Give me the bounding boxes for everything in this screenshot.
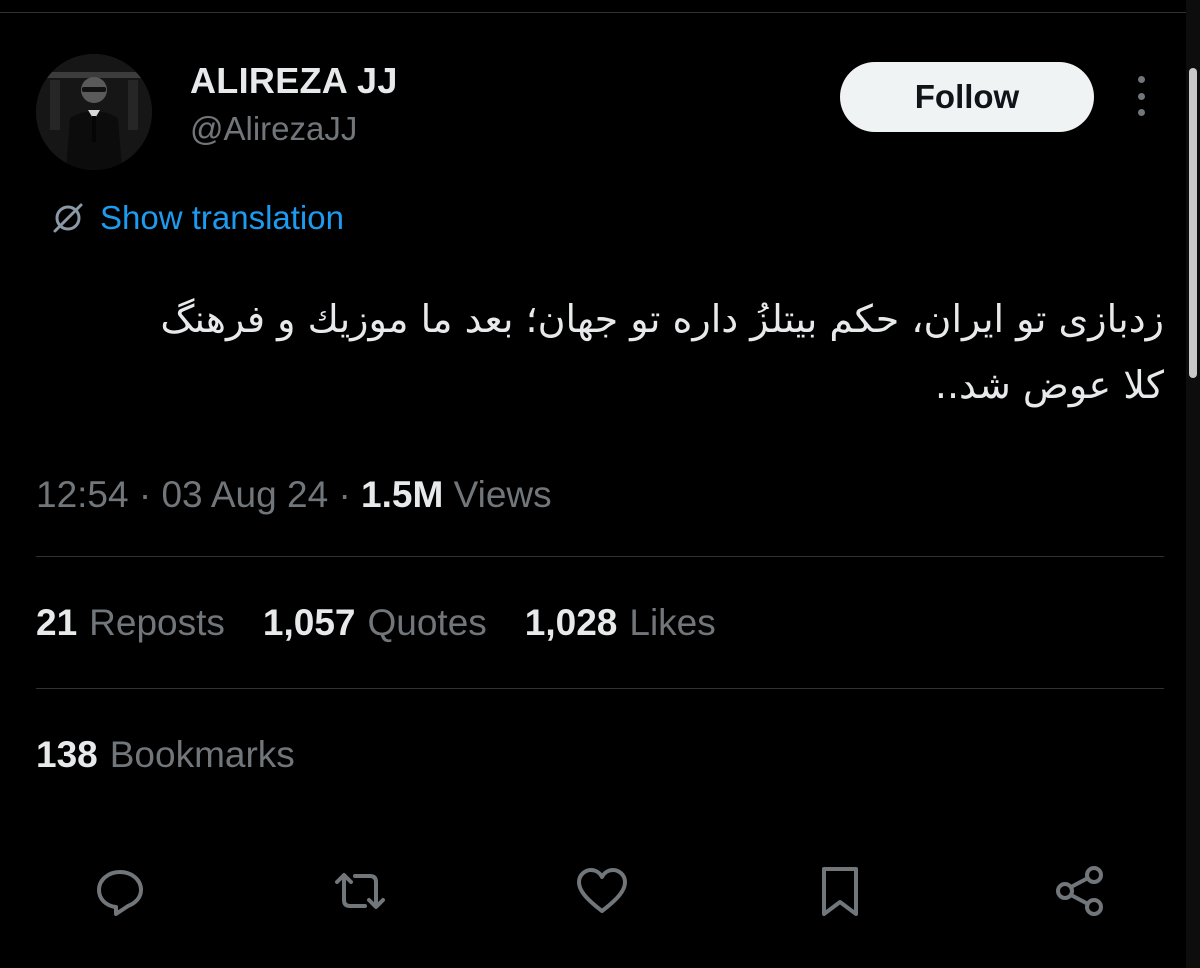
tweet-meta: 12:54 · 03 Aug 24 · 1.5M Views bbox=[36, 474, 552, 516]
follow-button[interactable]: Follow bbox=[840, 62, 1094, 132]
bookmarks-stat: 138 Bookmarks bbox=[36, 734, 295, 776]
more-dot bbox=[1137, 76, 1145, 83]
display-name[interactable]: ALIREZA JJ bbox=[190, 60, 398, 102]
more-dot bbox=[1137, 109, 1145, 116]
more-vertical-icon[interactable] bbox=[1126, 76, 1156, 116]
bookmark-icon bbox=[822, 867, 858, 916]
likes-label: Likes bbox=[629, 602, 716, 643]
action-bar bbox=[0, 856, 1200, 926]
show-translation-link[interactable]: Show translation bbox=[50, 196, 344, 240]
views-count: 1.5M bbox=[361, 474, 444, 515]
more-dot bbox=[1137, 92, 1145, 100]
likes-count: 1,028 bbox=[524, 602, 618, 643]
tweet-date[interactable]: 03 Aug 24 bbox=[161, 474, 328, 515]
avatar[interactable] bbox=[36, 54, 152, 170]
reposts-count: 21 bbox=[36, 602, 78, 643]
user-handle[interactable]: @AlirezaJJ bbox=[190, 110, 357, 148]
bookmarks-count: 138 bbox=[36, 734, 98, 775]
engagement-stats: 21 Reposts 1,057 Quotes 1,028 Likes bbox=[36, 602, 716, 644]
tweet-time[interactable]: 12:54 bbox=[36, 474, 129, 515]
tweet-text-line: زدبازی تو ایران، حکم بیتلزُ داره تو جهان… bbox=[160, 297, 1164, 341]
share-button[interactable] bbox=[1050, 856, 1110, 926]
meta-separator: · bbox=[138, 474, 152, 515]
like-icon bbox=[577, 868, 627, 913]
globe-slash-icon bbox=[53, 203, 83, 233]
meta-separator: · bbox=[338, 474, 351, 515]
reply-icon bbox=[97, 870, 143, 916]
quotes-count: 1,057 bbox=[262, 602, 356, 643]
avatar-image bbox=[36, 54, 152, 170]
views-label: Views bbox=[453, 474, 552, 515]
reply-button[interactable] bbox=[90, 856, 150, 926]
quotes-label: Quotes bbox=[367, 602, 487, 643]
scrollbar-thumb[interactable] bbox=[1189, 68, 1197, 378]
bookmarks-label: Bookmarks bbox=[109, 734, 295, 775]
like-button[interactable] bbox=[572, 856, 632, 926]
divider bbox=[36, 688, 1164, 689]
likes-stat[interactable]: 1,028 Likes bbox=[525, 602, 716, 644]
divider bbox=[36, 556, 1164, 557]
quotes-stat[interactable]: 1,057 Quotes bbox=[263, 602, 487, 644]
reposts-label: Reposts bbox=[89, 602, 225, 643]
scrollbar[interactable] bbox=[1186, 0, 1200, 968]
tweet-text-line: کلا عوض شد.. bbox=[934, 363, 1164, 407]
reposts-stat[interactable]: 21 Reposts bbox=[36, 602, 225, 644]
tweet-page: ALIREZA JJ @AlirezaJJ Follow Show transl… bbox=[0, 0, 1200, 968]
share-icon bbox=[1056, 866, 1103, 916]
show-translation-label: Show translation bbox=[100, 199, 344, 236]
bookmark-button[interactable] bbox=[810, 856, 870, 926]
repost-icon bbox=[335, 873, 385, 909]
tweet-text: زدبازی تو ایران، حکم بیتلزُ داره تو جهان… bbox=[36, 286, 1164, 418]
repost-button[interactable] bbox=[330, 856, 390, 926]
tweet-header: ALIREZA JJ @AlirezaJJ Follow bbox=[0, 0, 1200, 180]
